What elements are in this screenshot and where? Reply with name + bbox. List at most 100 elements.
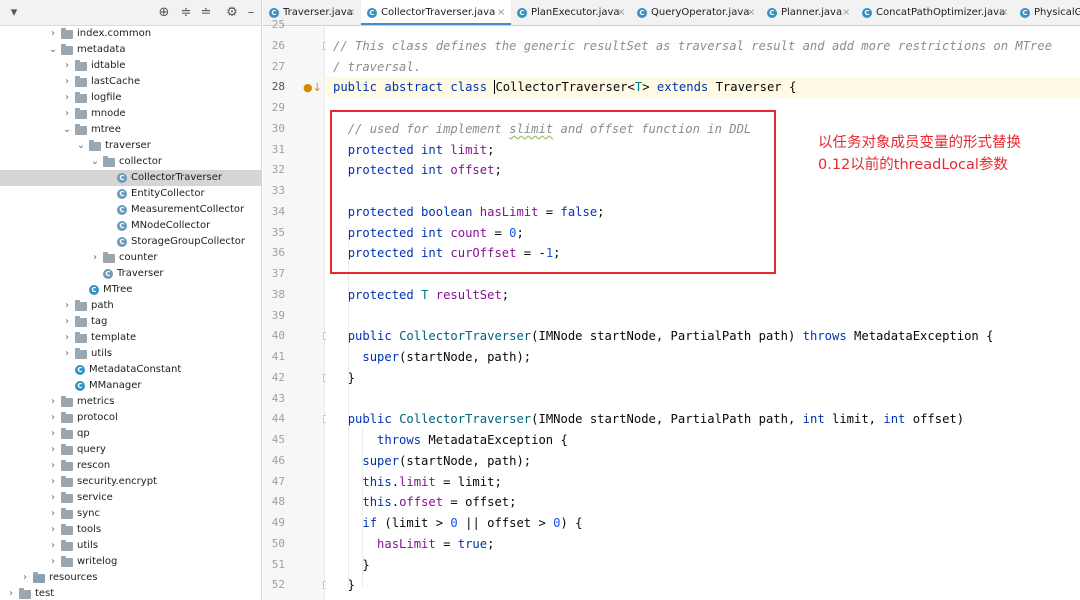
code-line[interactable]: protected int curOffset = -1; — [333, 243, 561, 263]
tree-item[interactable]: ⌄ traverser — [0, 138, 261, 154]
close-tab-icon[interactable]: × — [747, 0, 755, 25]
tree-item[interactable]: › index.common — [0, 26, 261, 42]
tree-item[interactable]: ⌄ collector — [0, 154, 261, 170]
chevron-right-icon[interactable]: › — [90, 250, 100, 266]
chevron-right-icon[interactable]: › — [48, 538, 58, 554]
tree-item[interactable]: ⌄ mtree — [0, 122, 261, 138]
chevron-right-icon[interactable]: › — [62, 346, 72, 362]
code-line[interactable]: protected T resultSet; — [333, 285, 509, 305]
chevron-right-icon[interactable]: › — [62, 90, 72, 106]
code-line[interactable]: if (limit > 0 || offset > 0) { — [333, 513, 582, 533]
tree-item[interactable]: › utils — [0, 346, 261, 362]
chevron-right-icon[interactable]: › — [48, 474, 58, 490]
code-line[interactable]: throws MetadataException { — [333, 430, 568, 450]
tree-item[interactable]: › query — [0, 442, 261, 458]
tree-item[interactable]: › path — [0, 298, 261, 314]
editor-tab[interactable]: C QueryOperator.java × — [631, 0, 761, 25]
tree-item[interactable]: › security.encrypt — [0, 474, 261, 490]
code-line[interactable]: public abstract class CollectorTraverser… — [333, 77, 796, 97]
dropdown-chevron-icon[interactable]: ▾ — [6, 4, 22, 22]
code-line[interactable]: public CollectorTraverser(IMNode startNo… — [333, 409, 964, 429]
close-tab-icon[interactable]: × — [347, 0, 355, 25]
close-tab-icon[interactable]: × — [497, 0, 505, 25]
code-line[interactable]: } — [333, 575, 355, 595]
chevron-right-icon[interactable]: › — [48, 442, 58, 458]
tree-item[interactable]: C Traverser — [0, 266, 261, 282]
chevron-down-icon[interactable]: ⌄ — [62, 122, 72, 138]
code-line[interactable]: } — [333, 555, 369, 575]
override-marker-icon[interactable]: ●↓ — [303, 81, 322, 95]
editor-tab[interactable]: C PlanExecutor.java × — [511, 0, 631, 25]
chevron-right-icon[interactable]: › — [48, 522, 58, 538]
tree-item[interactable]: C MetadataConstant — [0, 362, 261, 378]
gear-icon[interactable]: ⚙ — [224, 4, 240, 22]
code-line[interactable]: / traversal. — [333, 57, 421, 77]
tree-item[interactable]: › mnode — [0, 106, 261, 122]
code-line[interactable]: this.limit = limit; — [333, 472, 501, 492]
tree-item[interactable]: › tools — [0, 522, 261, 538]
chevron-right-icon[interactable]: › — [48, 554, 58, 570]
code-line[interactable]: this.offset = offset; — [333, 492, 516, 512]
tree-item[interactable]: › writelog — [0, 554, 261, 570]
chevron-right-icon[interactable]: › — [48, 410, 58, 426]
tree-item[interactable]: › counter — [0, 250, 261, 266]
chevron-down-icon[interactable]: ⌄ — [76, 138, 86, 154]
tree-item[interactable]: › sync — [0, 506, 261, 522]
chevron-right-icon[interactable]: › — [48, 458, 58, 474]
tree-item[interactable]: › idtable — [0, 58, 261, 74]
tree-item[interactable]: C EntityCollector — [0, 186, 261, 202]
code-line[interactable]: protected int limit; — [333, 140, 495, 160]
tree-item[interactable]: › protocol — [0, 410, 261, 426]
chevron-right-icon[interactable]: › — [48, 26, 58, 42]
tree-item[interactable]: C CollectorTraverser — [0, 170, 261, 186]
chevron-down-icon[interactable]: ⌄ — [48, 42, 58, 58]
tree-item[interactable]: ⌄ metadata — [0, 42, 261, 58]
tree-item[interactable]: C MTree — [0, 282, 261, 298]
tree-item[interactable]: › utils — [0, 538, 261, 554]
tree-item[interactable]: C MeasurementCollector — [0, 202, 261, 218]
globe-icon[interactable]: ⊕ — [156, 4, 172, 22]
code-line[interactable]: } — [333, 368, 355, 388]
tree-item[interactable]: C MManager — [0, 378, 261, 394]
chevron-right-icon[interactable]: › — [62, 58, 72, 74]
close-tab-icon[interactable]: × — [617, 0, 625, 25]
editor-tab[interactable]: C CollectorTraverser.java × — [361, 0, 511, 25]
chevron-right-icon[interactable]: › — [6, 586, 16, 600]
tree-item[interactable]: › template — [0, 330, 261, 346]
tree-item[interactable]: › rescon — [0, 458, 261, 474]
chevron-right-icon[interactable]: › — [62, 314, 72, 330]
tree-item[interactable]: › lastCache — [0, 74, 261, 90]
expand-icon[interactable]: ≑ — [178, 4, 194, 22]
collapse-icon[interactable]: ≐ — [198, 4, 214, 22]
close-tab-icon[interactable]: × — [842, 0, 850, 25]
tree-item[interactable]: › metrics — [0, 394, 261, 410]
tree-item[interactable]: › tag — [0, 314, 261, 330]
code-line[interactable]: protected boolean hasLimit = false; — [333, 202, 605, 222]
tree-item[interactable]: › test — [0, 586, 261, 600]
code-line[interactable]: // used for implement slimit and offset … — [333, 119, 752, 139]
tree-item[interactable]: › qp — [0, 426, 261, 442]
code-editor[interactable]: // This class defines the generic result… — [326, 27, 1080, 600]
tree-item[interactable]: › service — [0, 490, 261, 506]
code-line[interactable]: super(startNode, path); — [333, 347, 531, 367]
code-line[interactable]: protected int count = 0; — [333, 223, 524, 243]
chevron-right-icon[interactable]: › — [48, 506, 58, 522]
chevron-right-icon[interactable]: › — [62, 330, 72, 346]
tree-item[interactable]: › logfile — [0, 90, 261, 106]
tree-item[interactable]: C StorageGroupCollector — [0, 234, 261, 250]
chevron-right-icon[interactable]: › — [48, 490, 58, 506]
chevron-right-icon[interactable]: › — [62, 74, 72, 90]
chevron-right-icon[interactable]: › — [62, 106, 72, 122]
code-line[interactable]: // This class defines the generic result… — [333, 36, 1052, 56]
chevron-right-icon[interactable]: › — [48, 426, 58, 442]
tree-item[interactable]: › resources — [0, 570, 261, 586]
chevron-right-icon[interactable]: › — [62, 298, 72, 314]
editor-tab[interactable]: C PhysicalG — [1014, 0, 1080, 25]
code-line[interactable]: hasLimit = true; — [333, 534, 494, 554]
tree-item[interactable]: C MNodeCollector — [0, 218, 261, 234]
editor-tab[interactable]: C ConcatPathOptimizer.java × — [856, 0, 1014, 25]
chevron-down-icon[interactable]: ⌄ — [90, 154, 100, 170]
chevron-right-icon[interactable]: › — [48, 394, 58, 410]
code-line[interactable]: public CollectorTraverser(IMNode startNo… — [333, 326, 994, 346]
minimize-icon[interactable]: – — [243, 4, 259, 22]
